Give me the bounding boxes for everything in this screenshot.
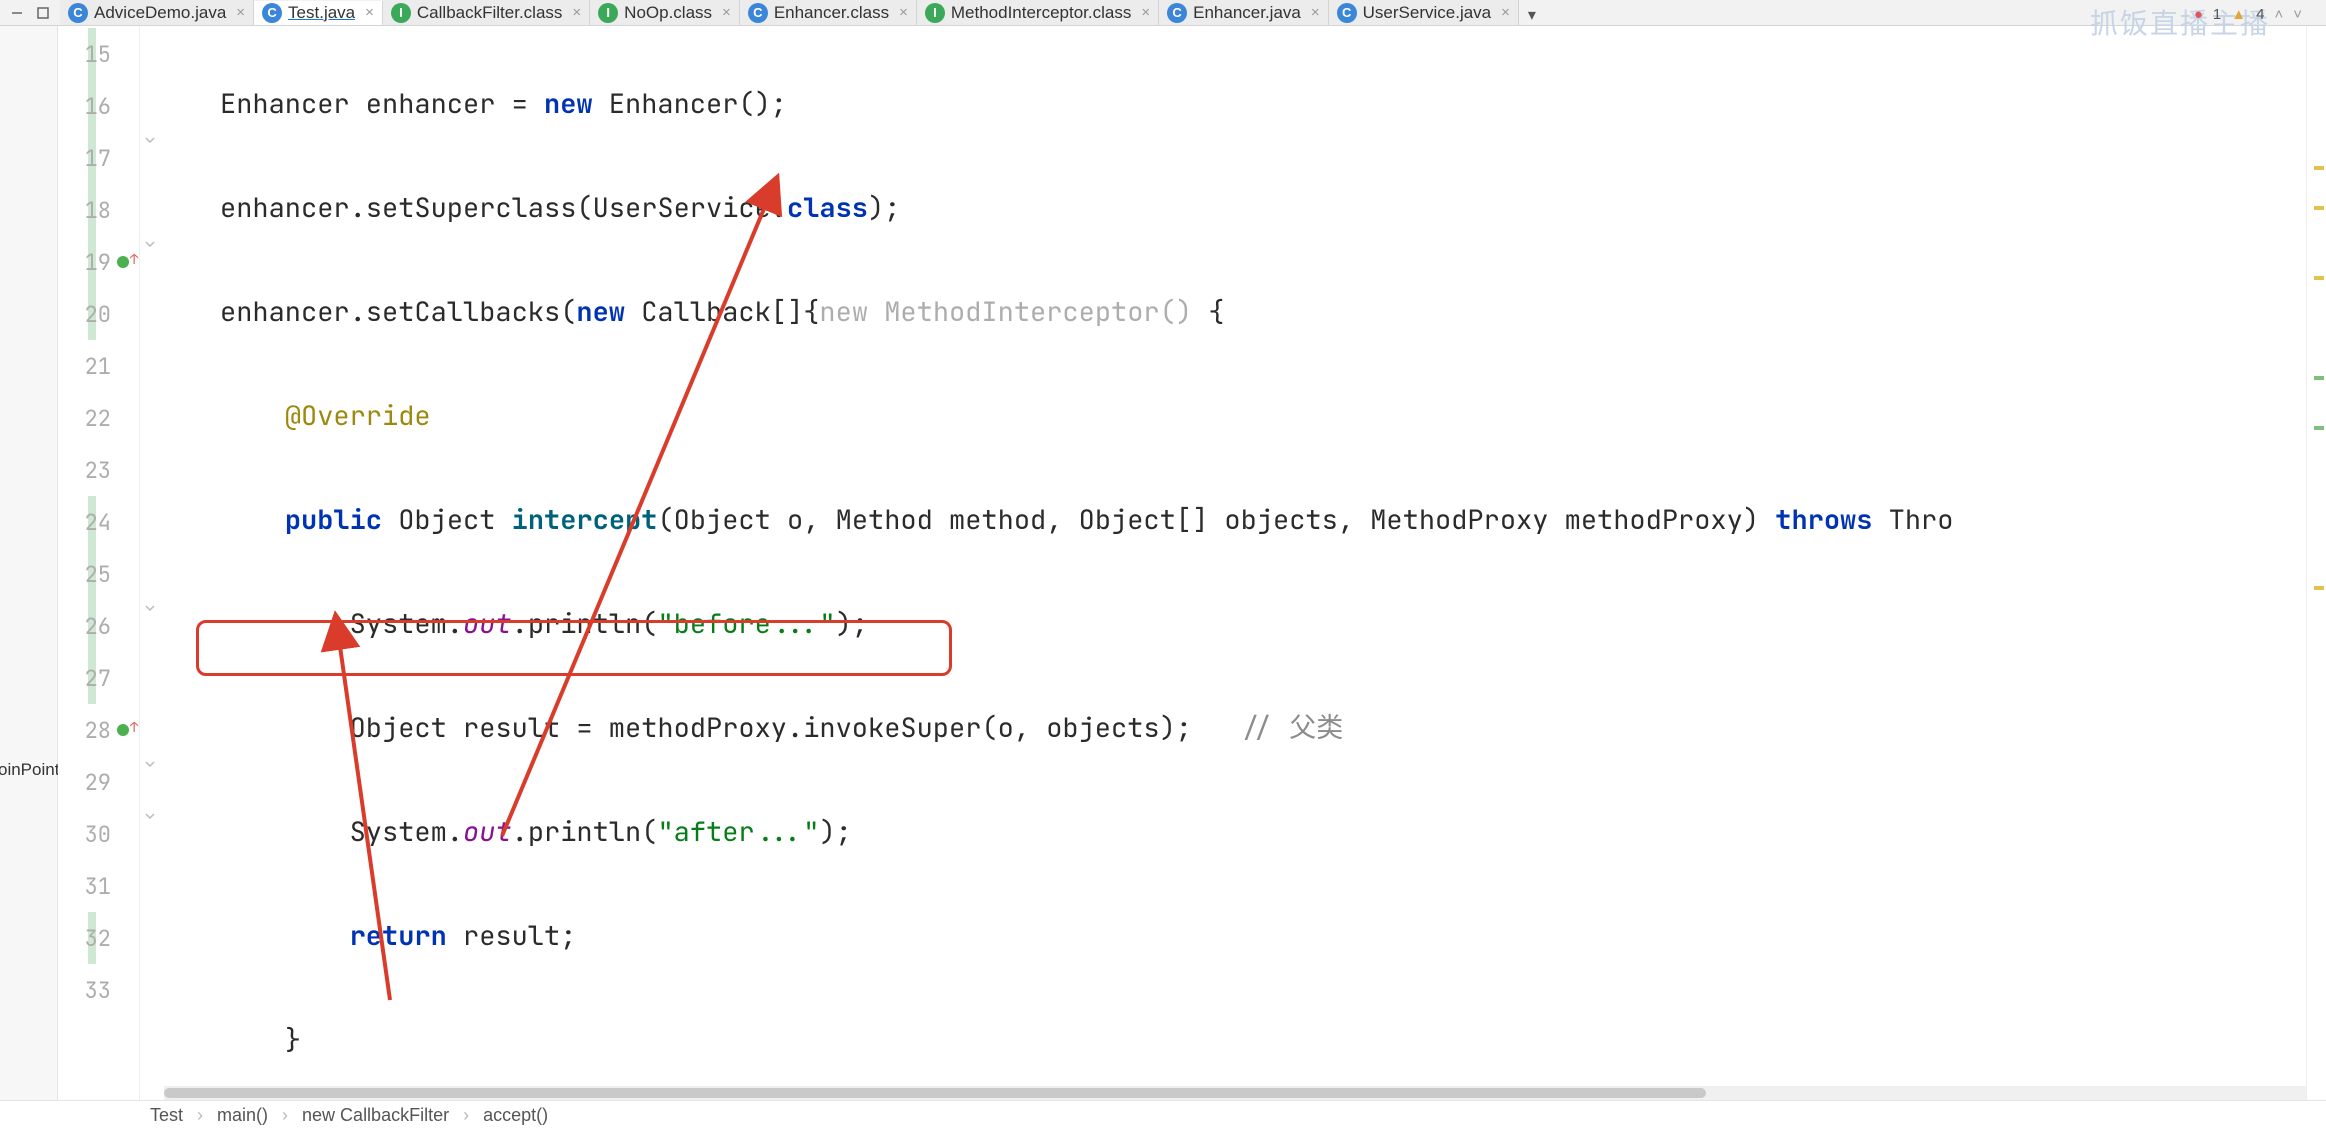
close-icon[interactable]: × [572, 4, 581, 21]
chevron-up-icon[interactable]: ˄ [2274, 6, 2283, 23]
close-icon[interactable]: × [365, 4, 374, 21]
fold-strip [140, 26, 164, 1100]
class-icon: C [68, 3, 88, 23]
interface-icon: I [598, 3, 618, 23]
line-number: 26 [58, 600, 139, 652]
fold-toggle-icon[interactable] [142, 132, 158, 148]
tab-enhancer-java[interactable]: CEnhancer.java× [1159, 0, 1329, 25]
line-number: 19 [58, 236, 139, 288]
fold-toggle-icon[interactable] [142, 756, 158, 772]
fold-toggle-icon[interactable] [142, 600, 158, 616]
breadcrumb-item[interactable]: accept() [483, 1105, 548, 1126]
breadcrumb-item[interactable]: new CallbackFilter [302, 1105, 449, 1126]
breadcrumb-item[interactable]: main() [217, 1105, 268, 1126]
fold-toggle-icon[interactable] [142, 808, 158, 824]
tab-callbackfilter[interactable]: ICallbackFilter.class× [383, 0, 590, 25]
line-number: 32 [58, 912, 139, 964]
line-number: 24 [58, 496, 139, 548]
close-icon[interactable]: × [1311, 4, 1320, 21]
line-number: 21 [58, 340, 139, 392]
rail-change-marker[interactable] [2314, 376, 2324, 380]
maximize-icon[interactable] [36, 6, 50, 20]
class-icon: C [262, 3, 282, 23]
class-icon: C [748, 3, 768, 23]
line-number: 27 [58, 652, 139, 704]
inspection-rail[interactable] [2306, 26, 2326, 1100]
interface-icon: I [391, 3, 411, 23]
inspection-summary[interactable]: ●1 ▲4 ˄ ˅ [2194, 6, 2302, 23]
line-number: 30 [58, 808, 139, 860]
close-icon[interactable]: × [236, 4, 245, 21]
tab-advicedemo[interactable]: CAdviceDemo.java× [60, 0, 254, 25]
line-number: 17 [58, 132, 139, 184]
breadcrumb-item[interactable]: Test [150, 1105, 183, 1126]
horizontal-scrollbar[interactable] [164, 1086, 2306, 1100]
line-number: 20 [58, 288, 139, 340]
close-icon[interactable]: × [899, 4, 908, 21]
line-number: 16 [58, 80, 139, 132]
tabs-overflow[interactable]: ▾ [1519, 5, 1545, 25]
line-number: 31 [58, 860, 139, 912]
fold-toggle-icon[interactable] [142, 236, 158, 252]
chevron-down-icon[interactable]: ˅ [2293, 6, 2302, 23]
line-number: 15 [58, 28, 139, 80]
rail-warning-marker[interactable] [2314, 586, 2324, 590]
line-gutter: 15 16 17 18 19 20 21 22 23 24 25 26 27 2… [58, 26, 140, 1100]
line-number: 28 [58, 704, 139, 756]
breadcrumb[interactable]: Test› main()› new CallbackFilter› accept… [0, 1100, 2326, 1130]
error-icon: ● [2194, 6, 2203, 23]
editor-main: oinPoint 15 16 17 18 19 20 21 22 23 24 2… [0, 26, 2326, 1100]
line-number: 33 [58, 964, 139, 1016]
scrollbar-thumb[interactable] [164, 1088, 1706, 1098]
line-number: 29 [58, 756, 139, 808]
line-number: 18 [58, 184, 139, 236]
override-gutter-icon[interactable] [117, 253, 135, 271]
class-icon: C [1167, 3, 1187, 23]
rail-change-marker[interactable] [2314, 426, 2324, 430]
tab-noop[interactable]: INoOp.class× [590, 0, 740, 25]
close-icon[interactable]: × [1501, 4, 1510, 21]
line-number: 22 [58, 392, 139, 444]
class-icon: C [1337, 3, 1357, 23]
tab-methodinterceptor[interactable]: IMethodInterceptor.class× [917, 0, 1159, 25]
rail-warning-marker[interactable] [2314, 166, 2324, 170]
tab-test[interactable]: CTest.java× [254, 1, 383, 26]
close-icon[interactable]: × [1141, 4, 1150, 21]
structure-hint: oinPoint [0, 760, 59, 780]
rail-warning-marker[interactable] [2314, 276, 2324, 280]
rail-warning-marker[interactable] [2314, 206, 2324, 210]
tab-userservice[interactable]: CUserService.java× [1329, 0, 1519, 25]
code-editor[interactable]: Enhancer enhancer = new Enhancer(); enha… [164, 26, 2306, 1100]
override-gutter-icon[interactable] [117, 721, 135, 739]
minimize-icon[interactable] [10, 6, 24, 20]
line-number: 25 [58, 548, 139, 600]
editor-tabs: CAdviceDemo.java× CTest.java× ICallbackF… [60, 0, 2326, 26]
interface-icon: I [925, 3, 945, 23]
line-number: 23 [58, 444, 139, 496]
tab-enhancer-class[interactable]: CEnhancer.class× [740, 0, 917, 25]
left-tool-strip: oinPoint [0, 26, 58, 1100]
warning-icon: ▲ [2231, 6, 2246, 23]
close-icon[interactable]: × [722, 4, 731, 21]
